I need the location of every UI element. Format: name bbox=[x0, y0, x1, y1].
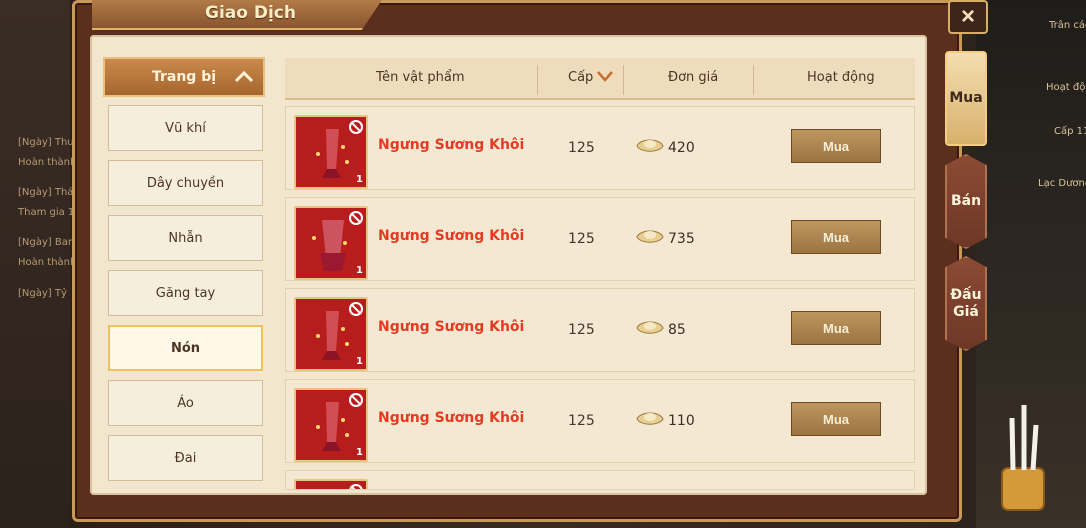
item-icon[interactable]: 1 bbox=[294, 388, 368, 462]
buy-button[interactable]: Mua bbox=[791, 311, 881, 345]
item-level: 125 bbox=[568, 140, 595, 156]
category-item-vu-khi[interactable]: Vũ khí bbox=[108, 105, 263, 151]
background-right-text: Trân các bbox=[1049, 20, 1086, 31]
item-price: 735 bbox=[668, 231, 695, 247]
column-divider bbox=[753, 65, 754, 95]
item-quantity: 1 bbox=[356, 356, 363, 367]
table-row: 1 Ngưng Sương Khôi 125 110 Mua bbox=[285, 379, 915, 463]
item-quantity: 1 bbox=[356, 447, 363, 458]
prohibit-icon bbox=[349, 484, 363, 489]
category-item-label: Áo bbox=[177, 395, 194, 411]
tab-label: Bán bbox=[950, 193, 982, 210]
item-price: 85 bbox=[668, 322, 686, 338]
trade-mode-tabs: Mua Bán Đấu Giá bbox=[934, 40, 1004, 400]
background-right-text: Lạc Dương bbox=[1038, 178, 1086, 189]
background-left-text: Hoàn thành bbox=[18, 257, 77, 268]
brush-holder-icon bbox=[1001, 405, 1045, 511]
category-header[interactable]: Trang bị bbox=[103, 57, 265, 97]
background-left-text: [Ngày] Thu bbox=[18, 137, 74, 148]
item-level: 125 bbox=[568, 413, 595, 429]
column-header-level[interactable]: Cấp bbox=[568, 70, 593, 85]
item-icon[interactable]: 1 bbox=[294, 115, 368, 189]
background-left-text: Hoàn thành bbox=[18, 157, 77, 168]
item-icon[interactable]: 1 bbox=[294, 206, 368, 280]
background-left: [Ngày] Thu Hoàn thành [Ngày] Thá Tham gi… bbox=[0, 0, 76, 528]
item-name: Ngưng Sương Khôi bbox=[378, 228, 525, 244]
tab-label: Đấu Giá bbox=[950, 286, 982, 320]
column-divider bbox=[623, 65, 624, 95]
item-level: 125 bbox=[568, 231, 595, 247]
prohibit-icon bbox=[349, 211, 363, 225]
close-icon: × bbox=[960, 3, 975, 30]
buy-button[interactable]: Mua bbox=[791, 220, 881, 254]
category-sidebar: Trang bị Vũ khí Dây chuyền Nhẫn Găng tay… bbox=[103, 57, 265, 489]
gold-ingot-icon bbox=[636, 230, 664, 243]
item-icon[interactable]: 1 bbox=[294, 297, 368, 371]
gold-ingot-icon bbox=[636, 412, 664, 425]
category-item-label: Găng tay bbox=[155, 285, 216, 301]
tab-dau-gia[interactable]: Đấu Giá bbox=[945, 256, 987, 351]
category-item-non[interactable]: Nón bbox=[108, 325, 263, 371]
item-name: Ngưng Sương Khôi bbox=[378, 137, 525, 153]
buy-button[interactable]: Mua bbox=[791, 129, 881, 163]
item-price: 110 bbox=[668, 413, 695, 429]
category-item-label: Nón bbox=[170, 340, 201, 356]
window-title: Giao Dịch bbox=[205, 3, 296, 23]
item-quantity: 1 bbox=[356, 265, 363, 276]
prohibit-icon bbox=[349, 302, 363, 316]
tab-label: Mua bbox=[949, 90, 983, 107]
category-item-gang-tay[interactable]: Găng tay bbox=[108, 270, 263, 316]
column-header-action: Hoạt động bbox=[807, 70, 875, 85]
category-header-label: Trang bị bbox=[151, 69, 217, 85]
prohibit-icon bbox=[349, 393, 363, 407]
chevron-up-icon bbox=[234, 70, 254, 83]
table-row: 1 Ngưng Sương Khôi 125 420 Mua bbox=[285, 106, 915, 190]
column-divider bbox=[537, 65, 538, 95]
background-left-text: [Ngày] Tỷ bbox=[18, 288, 67, 299]
category-item-label: Dây chuyền bbox=[146, 175, 225, 191]
buy-button[interactable]: Mua bbox=[791, 402, 881, 436]
background-right-text: Cấp 11 bbox=[1054, 126, 1086, 137]
column-header-name: Tên vật phẩm bbox=[376, 70, 465, 85]
background-left-text: [Ngày] Thá bbox=[18, 187, 74, 198]
item-name: Ngưng Sương Khôi bbox=[378, 319, 525, 335]
category-item-nhan[interactable]: Nhẫn bbox=[108, 215, 263, 261]
gold-ingot-icon bbox=[636, 321, 664, 334]
item-quantity: 1 bbox=[356, 174, 363, 185]
background-left-text: Tham gia 1 bbox=[18, 207, 75, 218]
close-button[interactable]: × bbox=[948, 0, 988, 34]
sort-descending-icon[interactable] bbox=[597, 70, 613, 82]
category-item-label: Nhẫn bbox=[168, 230, 203, 246]
category-item-ao[interactable]: Áo bbox=[108, 380, 263, 426]
table-row-partial bbox=[285, 470, 915, 490]
table-row: 1 Ngưng Sương Khôi 125 85 Mua bbox=[285, 288, 915, 372]
tab-ban[interactable]: Bán bbox=[945, 154, 987, 249]
item-icon[interactable] bbox=[294, 479, 368, 489]
category-item-label: Vũ khí bbox=[165, 120, 206, 136]
prohibit-icon bbox=[349, 120, 363, 134]
table-row: 1 Ngưng Sương Khôi 125 735 Mua bbox=[285, 197, 915, 281]
item-name: Ngưng Sương Khôi bbox=[378, 410, 525, 426]
item-level: 125 bbox=[568, 322, 595, 338]
category-item-day-chuyen[interactable]: Dây chuyền bbox=[108, 160, 263, 206]
background-right-text: Hoạt độn bbox=[1046, 82, 1086, 93]
category-item-dai[interactable]: Đai bbox=[108, 435, 263, 481]
category-item-label: Đai bbox=[174, 450, 197, 466]
column-header-price: Đơn giá bbox=[668, 70, 719, 85]
gold-ingot-icon bbox=[636, 139, 664, 152]
background-left-text: [Ngày] Ban bbox=[18, 237, 75, 248]
tab-mua[interactable]: Mua bbox=[945, 51, 987, 146]
item-price: 420 bbox=[668, 140, 695, 156]
